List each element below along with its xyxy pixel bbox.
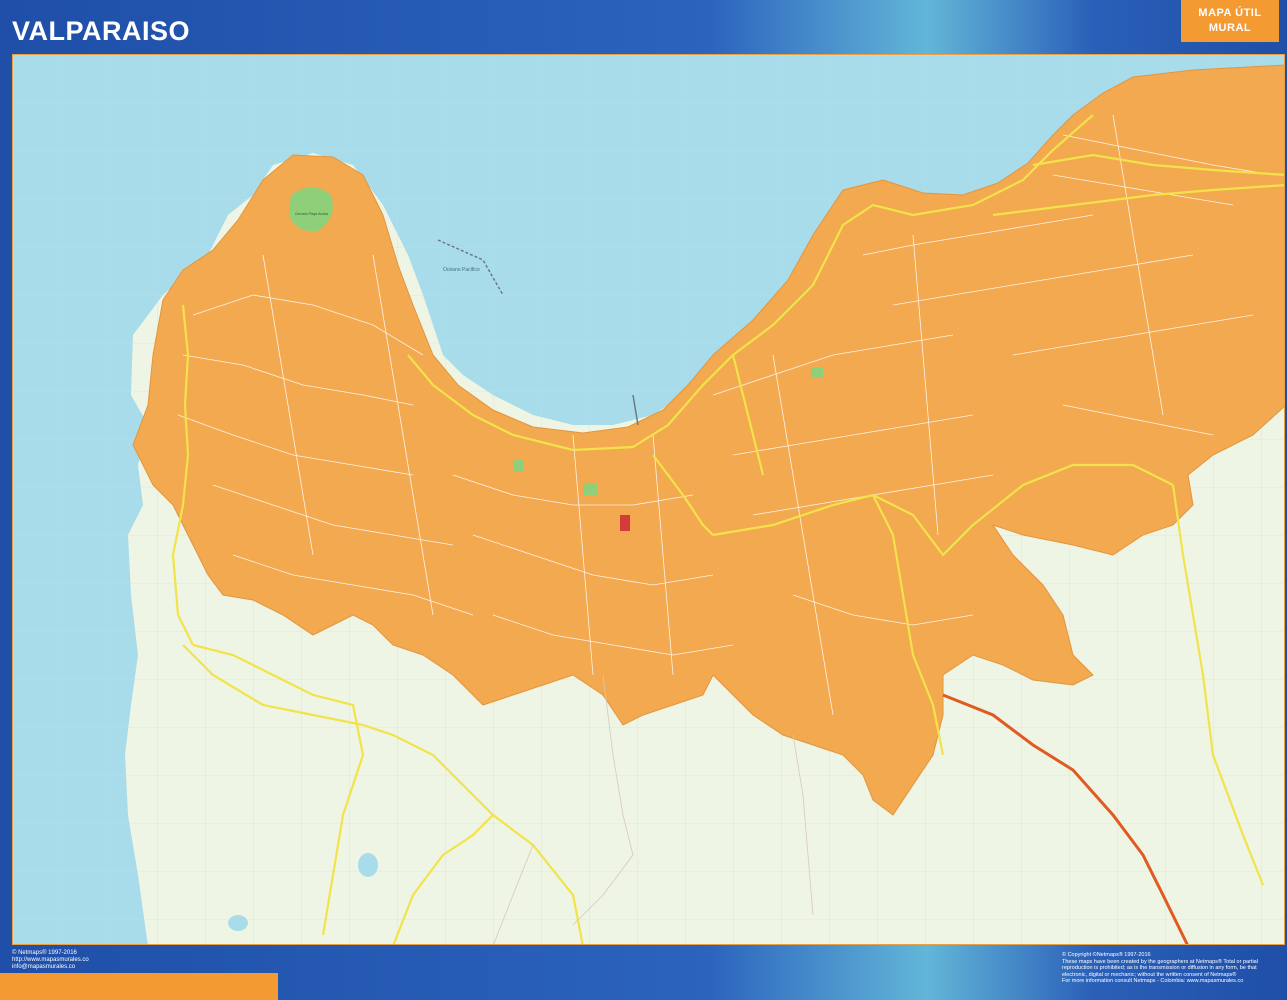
ocean-label: Océano Pacífico (443, 267, 480, 273)
map-title: VALPARAISO (12, 16, 191, 46)
park-label: Cerrado Playa Ancha (295, 212, 328, 216)
lagoon-1 (358, 853, 378, 877)
badge-line-1: MAPA ÚTIL (1198, 7, 1262, 19)
footer-credits-right: © Copyright ©Netmaps® 1997-2016 These ma… (1062, 952, 1284, 985)
footer-right-line-1: © Copyright ©Netmaps® 1997-2016 (1062, 952, 1151, 958)
plaza-2 (583, 483, 597, 495)
footer-credits-left: © Netmaps® 1997-2016 http://www.mapasmur… (12, 950, 89, 971)
plaza-3 (811, 368, 823, 378)
map-canvas[interactable]: Océano Pacífico Cerrado Playa Ancha (12, 54, 1285, 945)
landmark-block (620, 515, 630, 531)
badge-line-2: MURAL (1208, 22, 1252, 34)
plaza-1 (513, 460, 523, 472)
footer-right-line-3: reproduction is prohibited; as is the tr… (1062, 965, 1257, 972)
footer-orange-bar (0, 973, 278, 1000)
footer-left-line-2: http://www.mapasmurales.co (12, 957, 89, 963)
footer-right-line-2: These maps have been created by the geog… (1062, 958, 1258, 965)
lagoon-2 (228, 915, 248, 931)
footer-left-line-1: © Netmaps® 1997-2016 (12, 950, 77, 956)
map-svg: Océano Pacífico Cerrado Playa Ancha (13, 55, 1284, 944)
footer-right-line-4: electronic, digital or mechanic; without… (1062, 971, 1237, 978)
footer-left-line-3: info@mapasmurales.co (12, 964, 76, 970)
brand-badge: MAPA ÚTIL MURAL (1181, 0, 1279, 42)
footer-right-line-5: For more information consult Netmaps - C… (1062, 978, 1244, 985)
